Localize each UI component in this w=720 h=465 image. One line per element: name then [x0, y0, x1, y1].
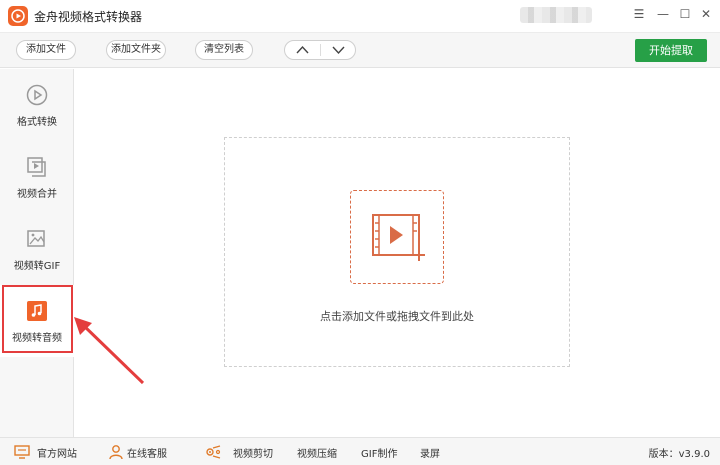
- tool-gif-maker-link[interactable]: GIF制作: [361, 445, 397, 460]
- clear-list-button[interactable]: 清空列表: [195, 40, 253, 60]
- monitor-icon: [14, 444, 30, 460]
- tools-icon: [204, 444, 221, 460]
- start-extract-button[interactable]: 开始提取: [635, 39, 707, 62]
- app-title: 金舟视频格式转换器: [34, 10, 143, 24]
- tool-video-cut-link[interactable]: 视频剪切: [233, 445, 273, 460]
- move-down-button[interactable]: [321, 41, 356, 59]
- sidebar: 格式转换 视频合并 视频转GIF 视频转音频: [0, 69, 74, 437]
- tool-screen-record-link[interactable]: 录屏: [420, 445, 440, 460]
- title-bar: 金舟视频格式转换器 ☰ — ☐ ✕: [0, 0, 720, 32]
- sidebar-item-label: 格式转换: [17, 117, 57, 128]
- online-support-link[interactable]: 在线客服: [127, 445, 167, 460]
- drop-hint-text: 点击添加文件或拖拽文件到此处: [320, 310, 474, 323]
- toolbar: 添加文件 添加文件夹 清空列表 开始提取: [0, 32, 720, 68]
- chevron-up-icon: [296, 45, 309, 54]
- app-logo-icon: [8, 6, 28, 26]
- menu-icon[interactable]: ☰: [632, 7, 646, 21]
- sidebar-item-format-convert[interactable]: 格式转换: [0, 69, 74, 141]
- sidebar-item-label: 视频转GIF: [13, 261, 61, 272]
- version-label: 版本：v3.9.0: [648, 449, 710, 460]
- move-up-button[interactable]: [285, 41, 320, 59]
- video-merge-icon: [25, 155, 49, 179]
- user-support-icon: [108, 444, 124, 460]
- add-video-icon[interactable]: [350, 190, 444, 284]
- highlight-annotation: [2, 285, 73, 353]
- image-gif-icon: [25, 227, 49, 251]
- official-website-link[interactable]: 官方网站: [37, 445, 77, 460]
- chevron-down-icon: [332, 46, 345, 55]
- status-bar: 官方网站 在线客服 视频剪切 视频压缩 GIF制作 录屏 版本：v3.9.0: [0, 437, 720, 465]
- sidebar-item-video-to-gif[interactable]: 视频转GIF: [0, 213, 74, 285]
- minimize-icon[interactable]: —: [656, 7, 670, 21]
- close-icon[interactable]: ✕: [699, 7, 713, 21]
- tool-video-compress-link[interactable]: 视频压缩: [297, 445, 337, 460]
- sidebar-item-label: 视频合并: [17, 189, 57, 200]
- add-file-button[interactable]: 添加文件: [16, 40, 76, 60]
- user-account-avatar[interactable]: [520, 7, 592, 23]
- play-circle-icon: [25, 83, 49, 107]
- maximize-icon[interactable]: ☐: [678, 7, 692, 21]
- sidebar-item-video-merge[interactable]: 视频合并: [0, 141, 74, 213]
- add-folder-button[interactable]: 添加文件夹: [106, 40, 166, 60]
- file-drop-zone[interactable]: 点击添加文件或拖拽文件到此处: [224, 137, 570, 367]
- reorder-group: [284, 40, 356, 60]
- annotation-arrow-icon: [74, 317, 145, 385]
